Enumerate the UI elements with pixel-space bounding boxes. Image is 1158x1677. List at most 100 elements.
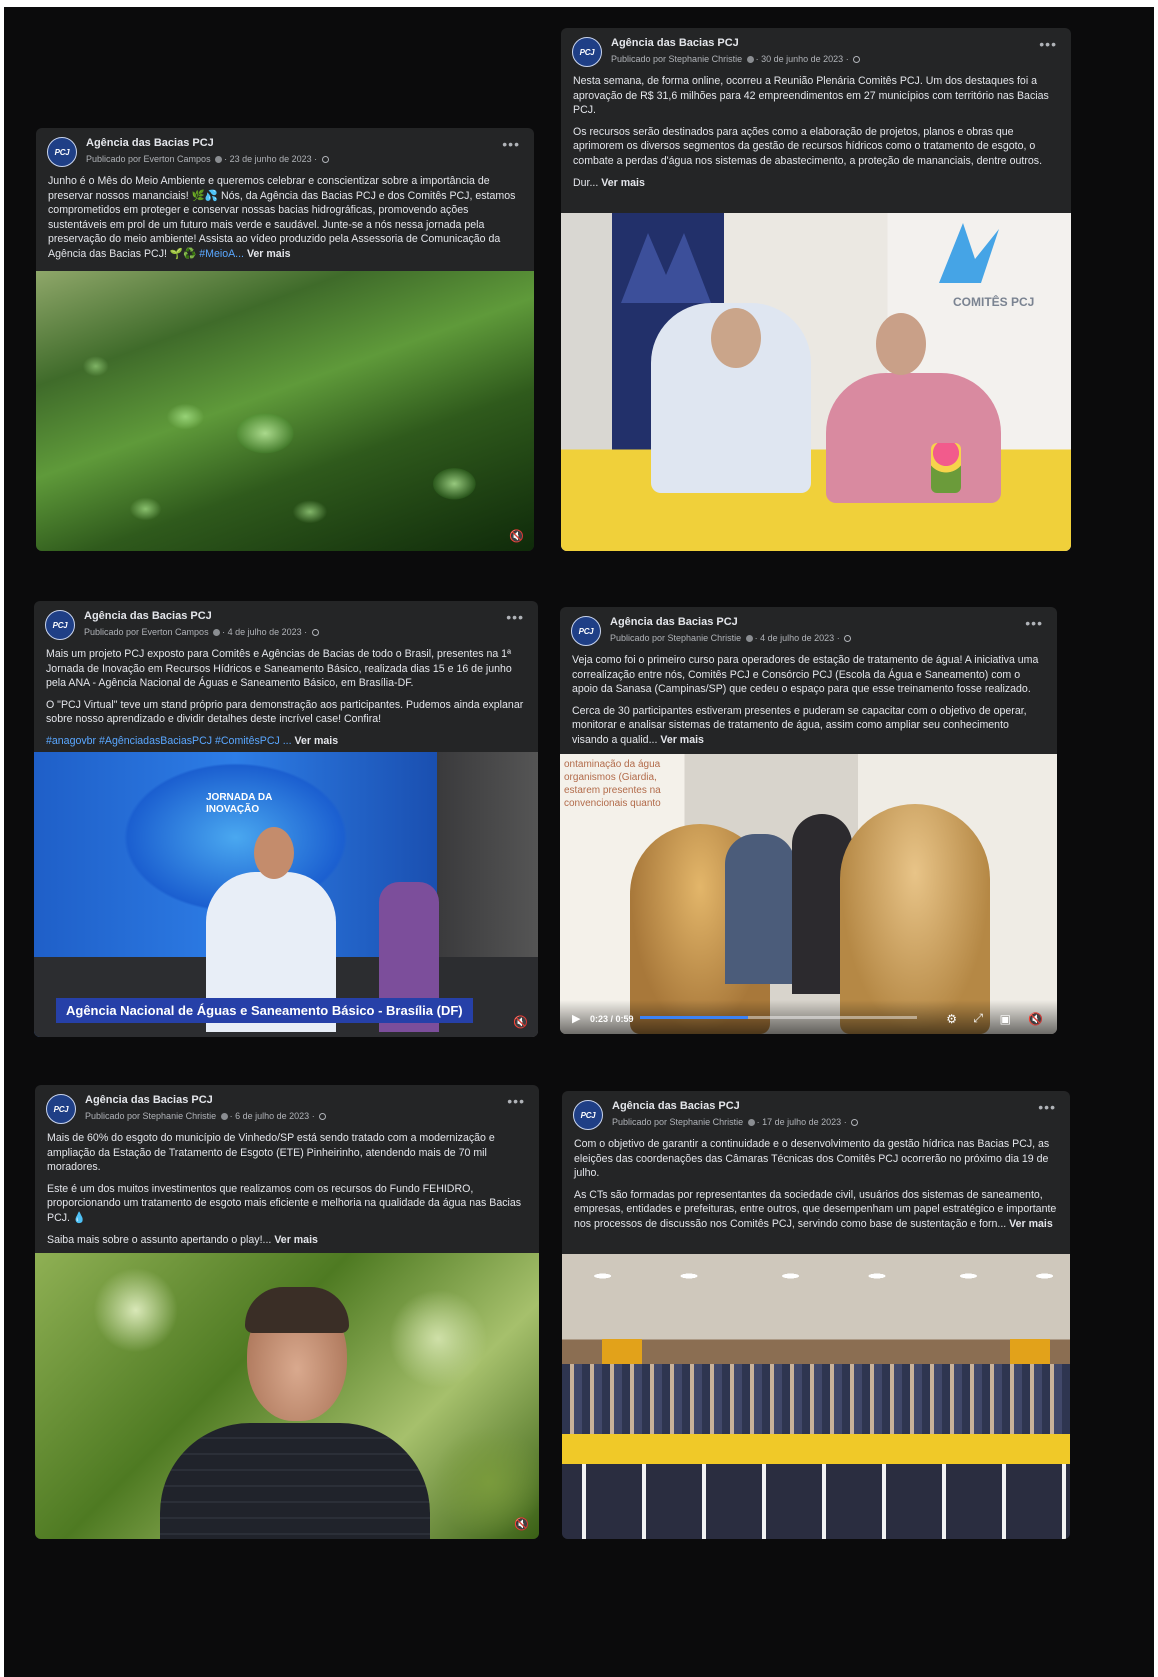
post-author[interactable]: Publicado por Stephanie Christie xyxy=(85,1111,216,1121)
post-paragraph: Mais de 60% do esgoto do município de Vi… xyxy=(47,1132,495,1174)
post-author[interactable]: Publicado por Stephanie Christie xyxy=(612,1117,743,1127)
event-logo-text: JORNADA DA INOVAÇÃO xyxy=(206,792,272,815)
page-name-link[interactable]: Agência das Bacias PCJ xyxy=(611,37,739,49)
chairs xyxy=(562,1464,1070,1539)
see-more-link[interactable]: Ver mais xyxy=(601,177,645,189)
see-more-link[interactable]: Ver mais xyxy=(274,1234,318,1246)
post-paragraph: Os recursos serão destinados para ações … xyxy=(573,125,1043,167)
more-options-button[interactable]: ••• xyxy=(502,136,520,152)
muted-speaker-icon[interactable]: 🔇 xyxy=(509,529,524,543)
person-right-head xyxy=(876,313,926,375)
see-more-link[interactable]: Ver mais xyxy=(660,734,704,746)
post-date[interactable]: 23 de junho de 2023 xyxy=(230,154,312,164)
globe-icon xyxy=(851,1119,859,1126)
page-name-link[interactable]: Agência das Bacias PCJ xyxy=(612,1100,740,1112)
post-date[interactable]: 30 de junho de 2023 xyxy=(761,54,843,64)
post-card: PCJ Agência das Bacias PCJ Publicado por… xyxy=(562,1091,1070,1539)
post-text: Mais de 60% do esgoto do município de Vi… xyxy=(35,1131,539,1247)
author-badge-icon xyxy=(215,156,223,163)
author-badge-icon xyxy=(220,1113,228,1120)
post-date[interactable]: 17 de julho de 2023 xyxy=(762,1117,841,1127)
page-name-link[interactable]: Agência das Bacias PCJ xyxy=(85,1094,213,1106)
post-text: Com o objetivo de garantir a continuidad… xyxy=(562,1137,1070,1232)
author-badge-icon xyxy=(745,635,753,642)
post-paragraph: Nesta semana, de forma online, ocorreu a… xyxy=(573,75,1049,117)
page-avatar[interactable]: PCJ xyxy=(573,1100,603,1130)
video-time: 0:23 / 0:59 xyxy=(590,1014,634,1024)
globe-icon xyxy=(844,635,852,642)
page-avatar[interactable]: PCJ xyxy=(45,610,75,640)
page-avatar[interactable]: PCJ xyxy=(572,37,602,67)
post-card: PCJ Agência das Bacias PCJ Publicado por… xyxy=(36,128,534,551)
flower-vase xyxy=(931,443,961,493)
settings-gear-icon[interactable]: ⚙ xyxy=(946,1012,957,1026)
post-photo[interactable] xyxy=(562,1254,1070,1539)
see-more-link[interactable]: Ver mais xyxy=(1009,1218,1053,1230)
projected-slide-text: ontaminação da água organismos (Giardia,… xyxy=(564,759,661,809)
post-video[interactable]: JORNADA DA INOVAÇÃO Agência Nacional de … xyxy=(34,752,538,1037)
page-name-link[interactable]: Agência das Bacias PCJ xyxy=(86,137,214,149)
muted-speaker-icon[interactable]: 🔇 xyxy=(513,1015,528,1029)
see-more-link[interactable]: Ver mais xyxy=(295,735,339,747)
more-options-button[interactable]: ••• xyxy=(506,609,524,625)
post-video[interactable]: 🔇 xyxy=(36,271,534,551)
hashtags[interactable]: #MeioA... xyxy=(199,248,244,260)
interviewee-body xyxy=(160,1423,430,1539)
post-card: PCJ Agência das Bacias PCJ Publicado por… xyxy=(561,28,1071,551)
post-text: Junho é o Mês do Meio Ambiente e queremo… xyxy=(36,174,534,262)
fullscreen-icon[interactable]: ⤢ xyxy=(973,1011,983,1026)
post-date[interactable]: 6 de julho de 2023 xyxy=(235,1111,309,1121)
post-text: Nesta semana, de forma online, ocorreu a… xyxy=(561,74,1071,190)
hashtags[interactable]: #anagovbr #AgênciadasBaciasPCJ #ComitêsP… xyxy=(46,735,292,747)
post-author[interactable]: Publicado por Everton Campos xyxy=(86,154,211,164)
screen-logo-text: COMITÊS PCJ xyxy=(953,295,1035,309)
post-meta: Publicado por Stephanie Christie · 17 de… xyxy=(612,1117,859,1127)
page-avatar[interactable]: PCJ xyxy=(46,1094,76,1124)
page-name-link[interactable]: Agência das Bacias PCJ xyxy=(610,616,738,628)
play-icon[interactable]: ▶ xyxy=(572,1012,580,1025)
post-paragraph: As CTs são formadas por representantes d… xyxy=(574,1188,1057,1230)
post-date[interactable]: 4 de julho de 2023 xyxy=(760,633,834,643)
post-date[interactable]: 4 de julho de 2023 xyxy=(228,627,302,637)
video-caption-bar: Agência Nacional de Águas e Saneamento B… xyxy=(56,998,473,1023)
ceiling-lights xyxy=(562,1264,1070,1294)
muted-speaker-icon[interactable]: 🔇 xyxy=(1028,1012,1043,1026)
post-text: Mais um projeto PCJ exposto para Comitês… xyxy=(34,647,538,749)
post-paragraph: Este é um dos muitos investimentos que r… xyxy=(47,1182,522,1224)
muted-speaker-icon[interactable]: 🔇 xyxy=(514,1517,529,1531)
post-paragraph: Saiba mais sobre o assunto apertando o p… xyxy=(47,1233,272,1246)
more-options-button[interactable]: ••• xyxy=(1025,615,1043,631)
post-video[interactable]: 🔇 xyxy=(35,1253,539,1539)
post-author[interactable]: Publicado por Stephanie Christie xyxy=(611,54,742,64)
page-avatar[interactable]: PCJ xyxy=(571,616,601,646)
more-options-button[interactable]: ••• xyxy=(1038,1099,1056,1115)
post-paragraph: Com o objetivo de garantir a continuidad… xyxy=(574,1138,1050,1180)
screen-logo xyxy=(939,223,999,283)
instructor xyxy=(725,834,795,984)
post-card: PCJ Agência das Bacias PCJ Publicado por… xyxy=(560,607,1057,1034)
picture-in-picture-icon[interactable]: ▣ xyxy=(1000,1012,1011,1026)
post-paragraph: Cerca de 30 participantes estiveram pres… xyxy=(572,704,1027,746)
post-text: Veja como foi o primeiro curso para oper… xyxy=(560,653,1057,748)
post-photo[interactable]: COMITÊS PCJ xyxy=(561,213,1071,551)
interviewee-hair xyxy=(245,1287,349,1333)
post-author[interactable]: Publicado por Everton Campos xyxy=(84,627,209,637)
post-meta: Publicado por Stephanie Christie · 30 de… xyxy=(611,54,861,64)
author-badge-icon xyxy=(747,1119,755,1126)
video-progress-fill xyxy=(640,1016,749,1019)
post-meta: Publicado por Stephanie Christie · 6 de … xyxy=(85,1111,327,1121)
more-options-button[interactable]: ••• xyxy=(1039,36,1057,52)
page-name-link[interactable]: Agência das Bacias PCJ xyxy=(84,610,212,622)
person-left-head xyxy=(711,308,761,368)
video-progress-track[interactable] xyxy=(640,1016,917,1019)
post-paragraph: O "PCJ Virtual" teve um stand próprio pa… xyxy=(46,698,524,726)
post-author[interactable]: Publicado por Stephanie Christie xyxy=(610,633,741,643)
post-video[interactable]: ontaminação da água organismos (Giardia,… xyxy=(560,754,1057,1034)
post-card: PCJ Agência das Bacias PCJ Publicado por… xyxy=(34,601,538,1037)
see-more-link[interactable]: Ver mais xyxy=(247,248,291,260)
post-card: PCJ Agência das Bacias PCJ Publicado por… xyxy=(35,1085,539,1539)
globe-icon xyxy=(853,56,861,63)
page-avatar[interactable]: PCJ xyxy=(47,137,77,167)
more-options-button[interactable]: ••• xyxy=(507,1093,525,1109)
video-controls: ▶ 0:23 / 0:59 ⚙ ⤢ ▣ 🔇 xyxy=(560,1000,1057,1034)
